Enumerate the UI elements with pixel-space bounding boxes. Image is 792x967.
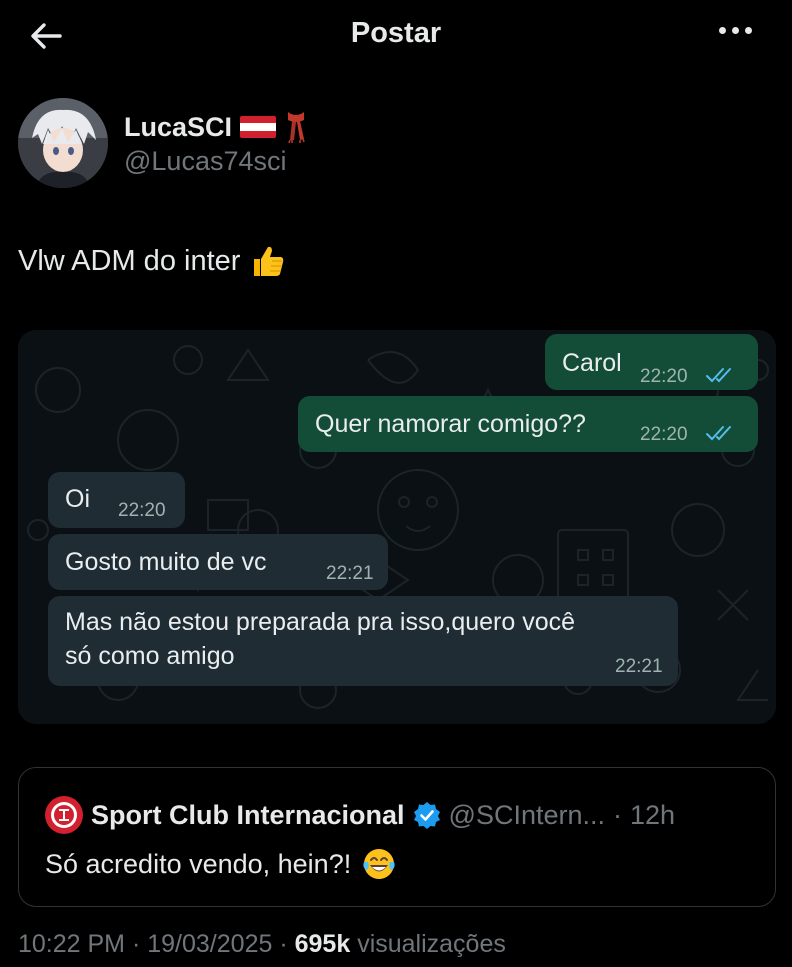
avatar[interactable]: [18, 98, 108, 188]
quoted-post-age: 12h: [630, 799, 676, 830]
message-text-line-1: Mas não estou preparada pra isso,quero v…: [65, 608, 576, 636]
more-horizontal-icon: [719, 27, 726, 34]
more-dot: [732, 27, 739, 34]
flag-stripe: [240, 116, 277, 124]
internacional-logo-icon: [45, 796, 83, 834]
chat-bubble-outgoing: Quer namorar comigo?? 22:20: [298, 396, 758, 452]
separator-dot: ·: [279, 930, 288, 958]
message-time: 22:20: [640, 424, 688, 445]
flag-stripe: [240, 123, 277, 131]
chat-screenshot: Carol 22:20 Quer namorar comigo?? 22:20 …: [18, 330, 776, 724]
message-time: 22:20: [118, 500, 166, 521]
read-receipt-icon: [706, 426, 731, 441]
message-time: 22:20: [640, 366, 688, 387]
thumbs-up-icon: [254, 246, 284, 276]
post-time: 10:22 PM: [18, 930, 126, 958]
quoted-post[interactable]: Sport Club Internacional @SCIntern... · …: [18, 767, 776, 907]
message-text: Oi: [65, 485, 90, 513]
quoted-post-text: Só acredito vendo, hein?!: [45, 846, 397, 882]
club-crest: [51, 802, 77, 828]
message-time: 22:21: [326, 563, 374, 584]
post-metadata: 10:22 PM · 19/03/2025 · 695k visualizaçõ…: [18, 930, 506, 959]
flag-stripe: [240, 130, 277, 138]
author-handle[interactable]: @Lucas74sci: [124, 146, 287, 177]
message-text: Gosto muito de vc: [65, 548, 267, 576]
quoted-author-name[interactable]: Sport Club Internacional: [91, 800, 405, 831]
austria-flag-icon: [240, 116, 277, 138]
laughing-tears-emoji-icon: [363, 849, 395, 879]
author-name[interactable]: LucaSCI: [124, 112, 232, 143]
verified-badge-icon: [413, 802, 440, 829]
chat-bubble-incoming: Gosto muito de vc 22:21: [48, 534, 388, 590]
more-button[interactable]: [719, 27, 752, 34]
message-time: 22:21: [615, 656, 663, 677]
separator-dot: ·: [613, 799, 622, 830]
quoted-post-text-content: Só acredito vendo, hein?!: [45, 848, 352, 879]
author-name-row: LucaSCI: [124, 110, 308, 144]
tweet-text: Vlw ADM do inter: [18, 243, 286, 279]
chat-bubble-incoming: Oi 22:20: [48, 472, 185, 528]
avatar-image: [18, 98, 108, 188]
top-bar: Postar: [0, 0, 792, 70]
quoted-post-header: Sport Club Internacional @SCIntern... · …: [45, 796, 675, 834]
more-dot: [745, 27, 752, 34]
view-count[interactable]: 695k: [295, 930, 351, 958]
tweet-text-content: Vlw ADM do inter: [18, 244, 241, 277]
message-text-line-2: só como amigo: [65, 642, 235, 670]
page-title: Postar: [350, 17, 442, 49]
scarf-icon: [288, 112, 305, 144]
message-text: Quer namorar comigo??: [315, 410, 586, 438]
chat-bubble-incoming: Mas não estou preparada pra isso,quero v…: [48, 596, 678, 686]
chat-bubble-outgoing: Carol 22:20: [545, 334, 758, 390]
separator-dot: ·: [131, 930, 141, 958]
read-receipt-icon: [706, 368, 731, 383]
quoted-author-handle[interactable]: @SCIntern...: [449, 800, 605, 831]
views-label: visualizações: [357, 930, 506, 958]
post-date: 19/03/2025: [147, 930, 273, 958]
message-text: Carol: [562, 349, 622, 377]
